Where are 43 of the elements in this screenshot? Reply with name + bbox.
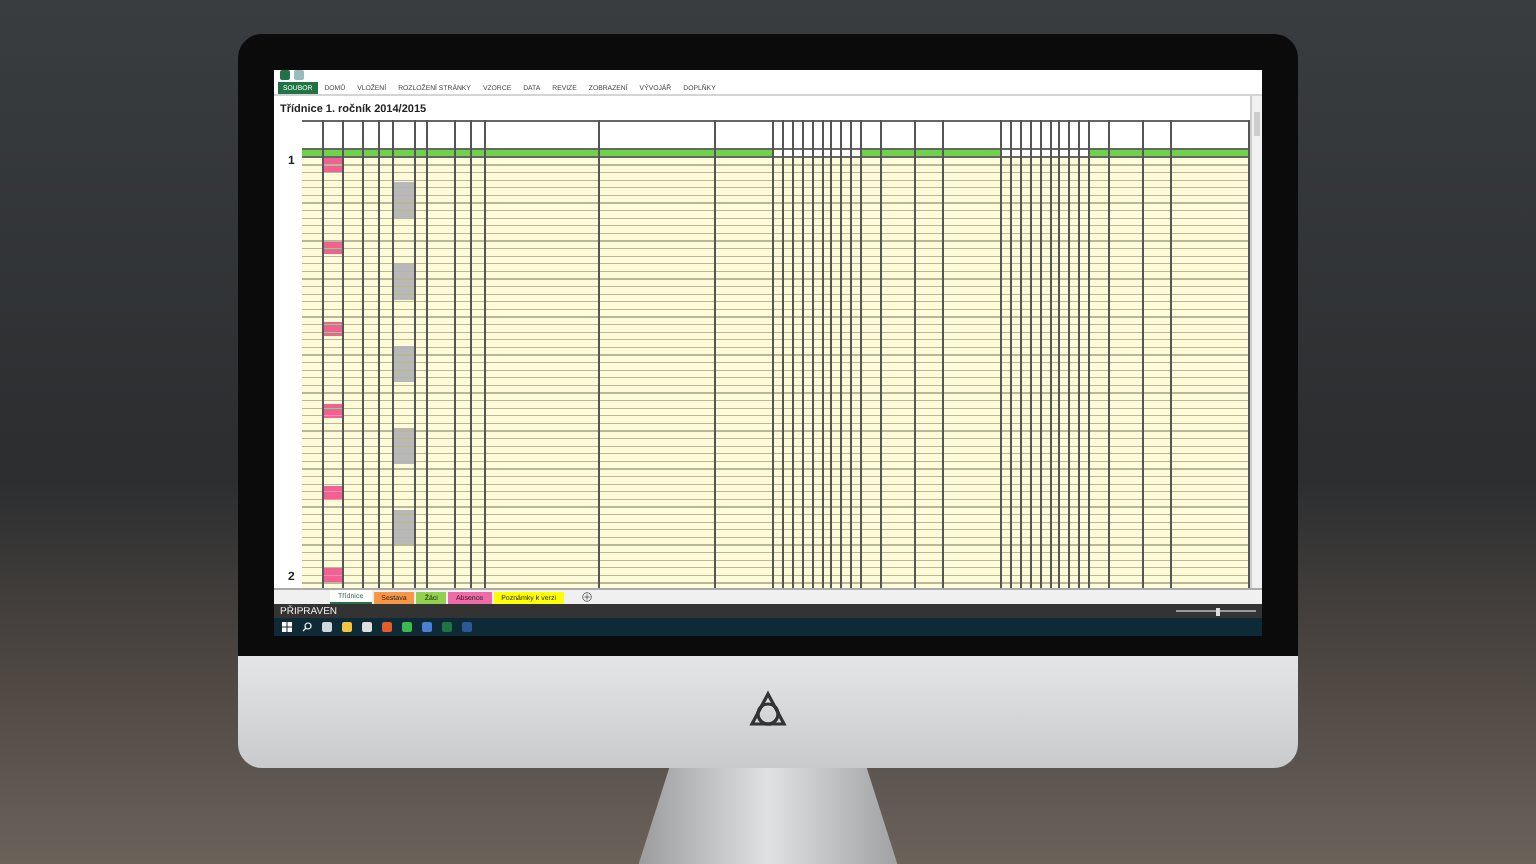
filter-cell[interactable] <box>471 150 485 158</box>
filter-cell[interactable] <box>379 150 393 158</box>
filter-cell[interactable] <box>1002 150 1011 158</box>
filter-cell[interactable] <box>1022 150 1030 158</box>
filter-cell[interactable] <box>427 150 455 158</box>
filter-cell[interactable] <box>1031 150 1040 158</box>
filter-cell[interactable] <box>394 150 414 158</box>
filter-cell[interactable] <box>784 150 793 158</box>
filter-cell[interactable] <box>1079 150 1088 158</box>
filter-cell[interactable] <box>415 150 426 158</box>
add-icon[interactable] <box>582 592 592 602</box>
filter-cell[interactable] <box>943 150 1001 158</box>
search-icon[interactable] <box>302 622 312 632</box>
filter-cell[interactable] <box>861 150 881 158</box>
windows-icon[interactable] <box>282 622 292 632</box>
scrollbar-thumb[interactable] <box>1254 112 1260 136</box>
filter-cell[interactable] <box>599 150 714 158</box>
filter-cell[interactable] <box>813 150 822 158</box>
filter-cell[interactable] <box>486 150 598 158</box>
filter-cell[interactable] <box>343 150 363 158</box>
filter-cell[interactable] <box>1070 150 1078 158</box>
filter-cell[interactable] <box>842 150 850 158</box>
filter-cell[interactable] <box>1143 150 1170 158</box>
filter-cell[interactable] <box>364 150 378 158</box>
filter-cell[interactable] <box>456 150 470 158</box>
filter-cell[interactable] <box>1171 150 1249 158</box>
filter-cell[interactable] <box>1089 150 1109 158</box>
filter-cell[interactable] <box>1041 150 1050 158</box>
filter-cell[interactable] <box>794 150 802 158</box>
filter-cell[interactable] <box>774 150 783 158</box>
filter-cell[interactable] <box>882 150 914 158</box>
filter-cell[interactable] <box>302 150 322 158</box>
filter-cell[interactable] <box>832 150 841 158</box>
column-header <box>343 120 363 150</box>
filter-cell[interactable] <box>1110 150 1142 158</box>
filter-cell[interactable] <box>715 150 773 158</box>
filter-cell[interactable] <box>1060 150 1069 158</box>
filter-cell[interactable] <box>323 150 342 158</box>
scrollbar[interactable] <box>1250 96 1262 588</box>
filter-cell[interactable] <box>915 150 942 158</box>
filter-cell[interactable] <box>851 150 860 158</box>
filter-cell[interactable] <box>1012 150 1021 158</box>
filter-cell[interactable] <box>803 150 812 158</box>
